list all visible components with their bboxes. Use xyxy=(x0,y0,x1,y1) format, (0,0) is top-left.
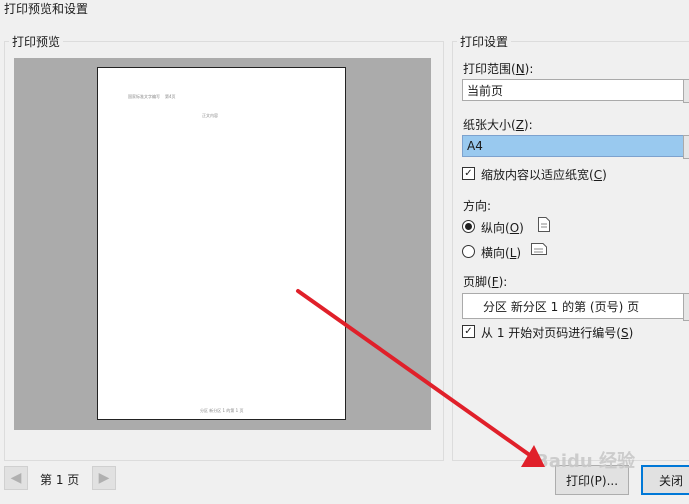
landscape-radio[interactable] xyxy=(462,245,475,258)
portrait-page-icon xyxy=(538,217,550,232)
paper-size-select[interactable]: A4 xyxy=(462,135,689,159)
landscape-page-icon xyxy=(531,243,547,255)
number-from-one-label[interactable]: 从 1 开始对页码进行编号(S) xyxy=(481,324,633,341)
paper-size-dropdown-button[interactable] xyxy=(683,135,689,159)
paper-size-value: A4 xyxy=(467,139,483,153)
prev-page-button[interactable]: ◀ xyxy=(4,466,28,490)
print-range-value: 当前页 xyxy=(467,83,504,98)
portrait-radio[interactable] xyxy=(462,220,475,233)
page-indicator: 第 1 页 xyxy=(40,473,80,487)
portrait-label[interactable]: 纵向(O) xyxy=(481,219,524,236)
page-header-right: 第4页 xyxy=(165,94,176,99)
footer-dropdown-button[interactable] xyxy=(683,293,689,321)
page-body-line: 正文内容 xyxy=(202,113,218,118)
print-range-select[interactable]: 当前页 xyxy=(462,79,689,103)
print-range-dropdown-button[interactable] xyxy=(683,79,689,103)
page-footer: 分区 新分区 1 的第 1 页 xyxy=(200,408,244,413)
window-title: 打印预览和设置 xyxy=(4,2,89,16)
next-page-button[interactable]: ▶ xyxy=(92,466,116,490)
print-range-label: 打印范围(N): xyxy=(463,62,534,76)
close-button[interactable]: 关闭 xyxy=(641,465,689,495)
fit-width-checkbox[interactable]: ✓ xyxy=(462,167,475,180)
footer-select[interactable]: 分区 新分区 1 的第 (页号) 页 xyxy=(462,293,689,321)
page-header-left: 国家标准文字编写 xyxy=(128,94,160,99)
landscape-label[interactable]: 横向(L) xyxy=(481,244,521,261)
watermark-logo: Baidu 经验 xyxy=(535,451,636,472)
paper-size-label: 纸张大小(Z): xyxy=(463,118,533,132)
fit-width-label[interactable]: 缩放内容以适应纸宽(C) xyxy=(481,166,607,183)
footer-value: 分区 新分区 1 的第 (页号) 页 xyxy=(483,299,640,314)
preview-group-label: 打印预览 xyxy=(9,33,64,50)
preview-page: 国家标准文字编写 第4页 正文内容 分区 新分区 1 的第 1 页 xyxy=(97,67,346,420)
footer-label: 页脚(F): xyxy=(463,275,508,289)
orientation-label: 方向: xyxy=(463,199,492,213)
number-from-one-checkbox[interactable]: ✓ xyxy=(462,325,475,338)
settings-group-label: 打印设置 xyxy=(457,33,512,50)
